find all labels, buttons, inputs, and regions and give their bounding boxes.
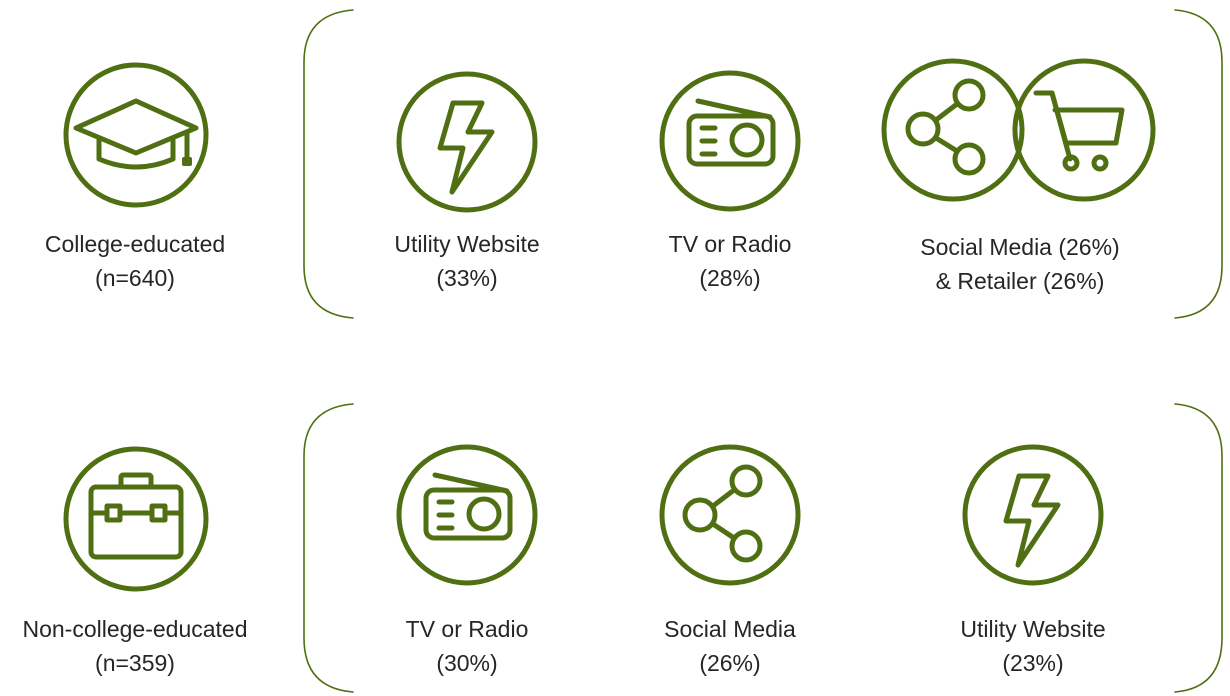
briefcase-icon xyxy=(63,446,209,592)
radio-icon xyxy=(659,70,801,212)
channel-label-utility-website-33: Utility Website (33%) xyxy=(394,231,540,291)
channel-label-social-retailer: Social Media (26%) & Retailer (26%) xyxy=(920,234,1120,294)
channel-label-tv-radio-30: TV or Radio (30%) xyxy=(405,616,529,676)
share-and-cart-icon xyxy=(881,58,1156,202)
segment-label-college: College-educated (n=640) xyxy=(44,231,226,291)
share-icon xyxy=(659,444,801,586)
lightning-bolt-icon xyxy=(962,444,1104,586)
channel-label-utility-website-23: Utility Website (23%) xyxy=(960,616,1106,676)
channel-label-social-media-26: Social Media (26%) xyxy=(664,616,796,676)
graduation-cap-icon xyxy=(63,62,209,208)
segment-label-non-college: Non-college-educated (n=359) xyxy=(22,616,248,676)
channel-label-tv-radio-28: TV or Radio (28%) xyxy=(668,231,792,291)
lightning-bolt-icon xyxy=(396,71,538,213)
radio-icon xyxy=(396,444,538,586)
